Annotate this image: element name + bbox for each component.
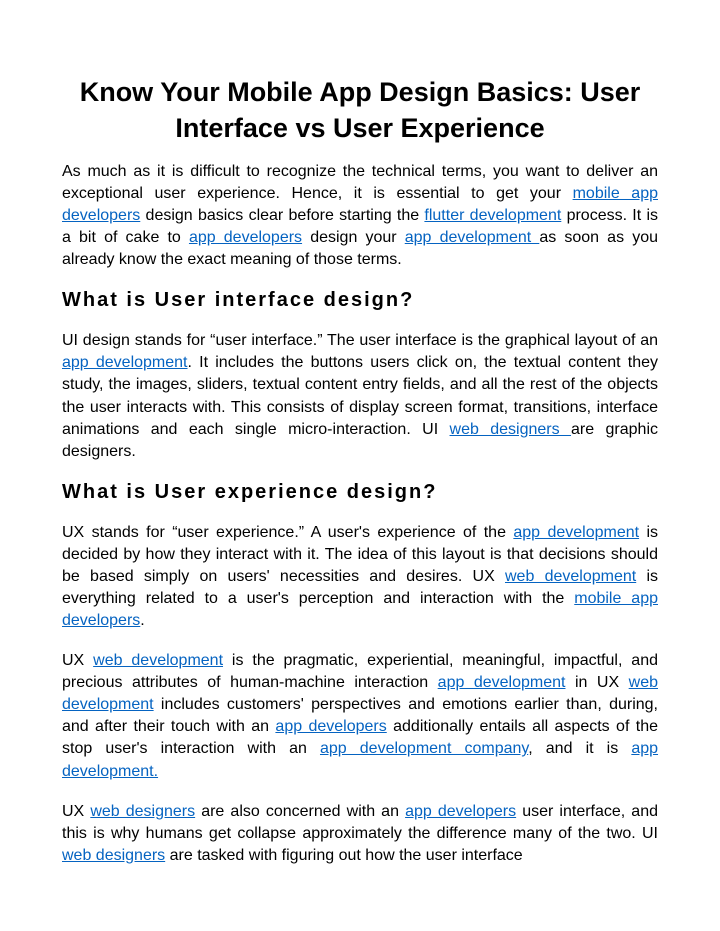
heading-ux-design: What is User experience design?: [62, 481, 658, 504]
text: design your: [302, 229, 405, 246]
link-app-developers[interactable]: app developers: [405, 803, 516, 820]
link-app-development[interactable]: app development: [405, 229, 540, 246]
link-flutter-development[interactable]: flutter development: [424, 207, 561, 224]
page-title: Know Your Mobile App Design Basics: User…: [62, 74, 658, 147]
text: , and it is: [528, 740, 631, 757]
text: are tasked with figuring out how the use…: [165, 847, 523, 864]
text: are also concerned with an: [195, 803, 405, 820]
text: UI design stands for “user interface.” T…: [62, 332, 658, 349]
text: UX: [62, 652, 93, 669]
link-app-developers[interactable]: app developers: [189, 229, 302, 246]
intro-paragraph: As much as it is difficult to recognize …: [62, 161, 658, 271]
text: .: [140, 612, 144, 629]
link-web-development[interactable]: web development: [505, 568, 636, 585]
ui-paragraph: UI design stands for “user interface.” T…: [62, 330, 658, 462]
text: in UX: [565, 674, 628, 691]
text: UX stands for “user experience.” A user'…: [62, 524, 513, 541]
ux-paragraph-2: UX web development is the pragmatic, exp…: [62, 650, 658, 782]
link-web-designers[interactable]: web designers: [450, 421, 571, 438]
link-web-designers[interactable]: web designers: [62, 847, 165, 864]
ux-paragraph-1: UX stands for “user experience.” A user'…: [62, 522, 658, 632]
link-app-development[interactable]: app development: [438, 674, 566, 691]
link-app-development-company[interactable]: app development company: [320, 740, 528, 757]
link-app-development[interactable]: app development: [513, 524, 639, 541]
link-app-development[interactable]: app development: [62, 354, 188, 371]
link-web-designers[interactable]: web designers: [90, 803, 195, 820]
ux-paragraph-3: UX web designers are also concerned with…: [62, 801, 658, 867]
link-app-developers[interactable]: app developers: [275, 718, 386, 735]
text: As much as it is difficult to recognize …: [62, 163, 658, 202]
heading-ui-design: What is User interface design?: [62, 289, 658, 312]
text: UX: [62, 803, 90, 820]
link-web-development[interactable]: web development: [93, 652, 223, 669]
text: design basics clear before starting the: [140, 207, 424, 224]
